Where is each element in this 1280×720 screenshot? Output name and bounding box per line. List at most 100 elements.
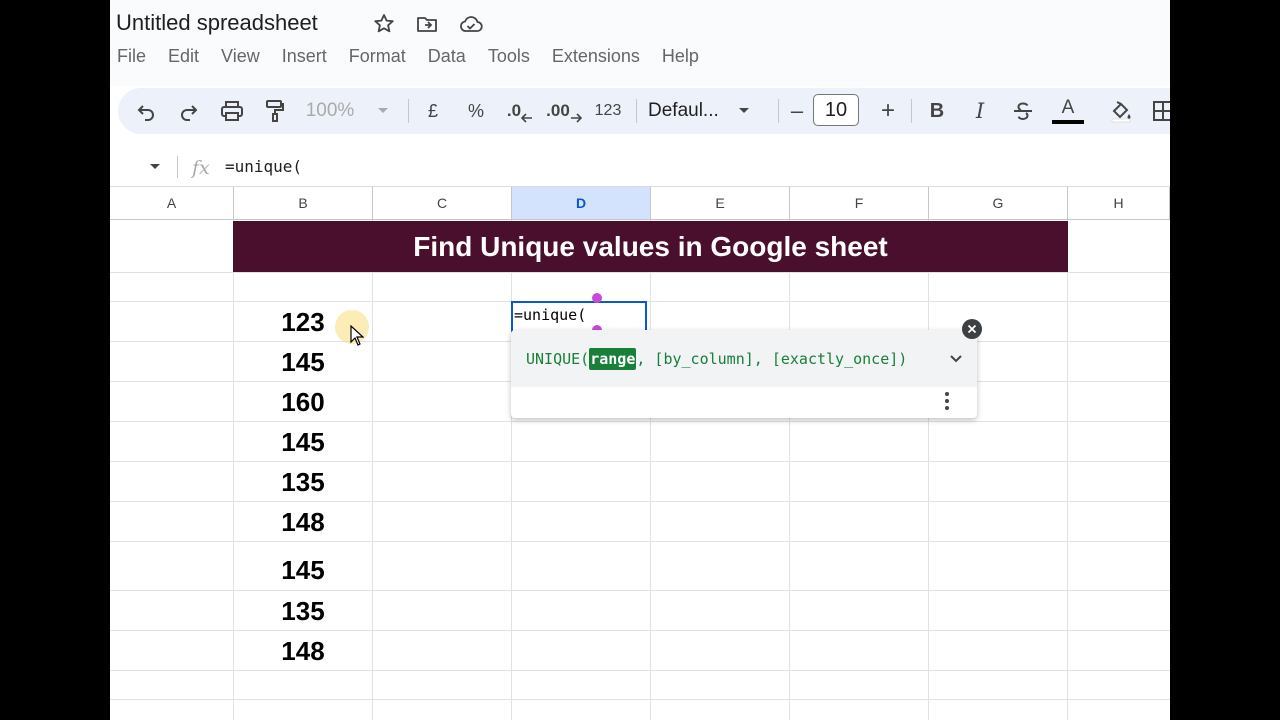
gridline (511, 220, 512, 720)
star-icon[interactable] (372, 12, 396, 36)
redo-button[interactable] (169, 88, 209, 134)
toolbar: 100% £ % .0 .00 123 Defaul... – 10 + B I… (118, 88, 1170, 134)
column-header-f[interactable]: F (790, 187, 929, 220)
menu-view[interactable]: View (221, 46, 260, 67)
gridline (650, 220, 651, 720)
menu-file[interactable]: File (117, 46, 146, 67)
selection-handle[interactable] (592, 293, 602, 303)
chevron-down-icon (150, 164, 160, 169)
cell-b-value[interactable]: 135 (234, 467, 372, 498)
gridline (110, 461, 1170, 462)
menu-tools[interactable]: Tools (488, 46, 530, 67)
menu-format[interactable]: Format (349, 46, 406, 67)
currency-format-button[interactable]: £ (414, 88, 452, 134)
function-signature: UNIQUE(range, [by_column], [exactly_once… (526, 348, 908, 370)
print-button[interactable] (212, 88, 252, 134)
divider (408, 99, 409, 123)
decrease-font-size-button[interactable]: – (783, 88, 811, 134)
chevron-down-icon[interactable] (949, 354, 963, 364)
font-size-input[interactable]: 10 (813, 94, 859, 126)
gridline (372, 220, 373, 720)
cell-b-value[interactable]: 148 (234, 507, 372, 538)
column-header-d[interactable]: D (512, 187, 651, 220)
bold-button[interactable]: B (917, 88, 957, 134)
borders-icon (1153, 101, 1170, 121)
cloud-status-icon[interactable] (458, 12, 483, 36)
italic-button[interactable]: I (960, 88, 1000, 134)
formula-help-tooltip: UNIQUE(range, [by_column], [exactly_once… (511, 330, 977, 418)
zoom-select[interactable]: 100% (298, 88, 398, 134)
decrease-decimal-button[interactable]: .0 (499, 88, 541, 134)
text-color-swatch (1052, 119, 1084, 124)
gridline (110, 421, 1170, 422)
divider (778, 99, 779, 123)
menu-bar: File Edit View Insert Format Data Tools … (117, 46, 721, 67)
formula-bar: fx =unique( (110, 148, 1170, 187)
redo-icon (181, 105, 198, 121)
fill-color-button[interactable] (1100, 88, 1142, 134)
menu-help[interactable]: Help (662, 46, 699, 67)
more-formats-button[interactable]: 123 (588, 88, 628, 134)
paint-format-icon (266, 100, 284, 122)
borders-button[interactable] (1148, 88, 1170, 134)
cell-b-value[interactable]: 145 (234, 347, 372, 378)
title-bar: Untitled spreadsheet File Edit View Inse… (110, 0, 1170, 86)
gridline (110, 699, 1170, 700)
tooltip-header[interactable]: UNIQUE(range, [by_column], [exactly_once… (511, 330, 977, 387)
text-color-button[interactable]: A (1046, 88, 1090, 134)
column-header-h[interactable]: H (1068, 187, 1170, 220)
print-icon (221, 101, 243, 121)
title-banner-cell[interactable]: Find Unique values in Google sheet (233, 221, 1068, 272)
paint-format-button[interactable] (255, 88, 295, 134)
gridline (110, 670, 1170, 671)
font-select[interactable]: Defaul... (648, 88, 766, 134)
strikethrough-button[interactable] (1003, 88, 1043, 134)
menu-data[interactable]: Data (428, 46, 466, 67)
arrow-left-icon (521, 113, 533, 123)
divider (911, 99, 912, 123)
arrow-right-icon (570, 113, 582, 123)
undo-button[interactable] (126, 88, 166, 134)
column-header-b[interactable]: B (234, 187, 373, 220)
column-header-g[interactable]: G (929, 187, 1068, 220)
spreadsheet-app: Untitled spreadsheet File Edit View Inse… (110, 0, 1170, 720)
mouse-cursor-icon (350, 325, 364, 346)
percent-format-button[interactable]: % (457, 88, 495, 134)
column-header-e[interactable]: E (651, 187, 790, 220)
menu-insert[interactable]: Insert (282, 46, 327, 67)
cell-b-value[interactable]: 145 (234, 555, 372, 586)
increase-decimal-button[interactable]: .00 (542, 88, 586, 134)
menu-extensions[interactable]: Extensions (552, 46, 640, 67)
cell-b-value[interactable]: 160 (234, 387, 372, 418)
undo-icon (137, 105, 154, 121)
gridline (110, 630, 1170, 631)
menu-edit[interactable]: Edit (168, 46, 199, 67)
active-cell-editor[interactable]: =unique( (514, 306, 586, 324)
gridline (789, 220, 790, 720)
current-argument: range (589, 348, 637, 370)
formula-input[interactable]: =unique( (225, 157, 302, 176)
increase-font-size-button[interactable]: + (873, 88, 903, 134)
column-header-a[interactable]: A (110, 187, 234, 220)
gridline (110, 501, 1170, 502)
gridline (928, 220, 929, 720)
sheet-grid[interactable]: A B C D E F G H Find Unique values in Go… (110, 187, 1170, 720)
document-title[interactable]: Untitled spreadsheet (116, 10, 318, 36)
gridline (110, 541, 1170, 542)
divider (636, 99, 637, 123)
cell-b-value[interactable]: 148 (234, 636, 372, 667)
fx-icon: fx (192, 157, 210, 179)
more-options-icon[interactable] (944, 391, 950, 411)
column-header-c[interactable]: C (373, 187, 512, 220)
name-box[interactable] (110, 148, 175, 186)
close-icon[interactable] (962, 319, 982, 339)
cell-b-value[interactable]: 145 (234, 427, 372, 458)
zoom-value: 100% (305, 100, 355, 121)
chevron-down-icon (378, 108, 389, 113)
cell-b-value[interactable]: 135 (234, 596, 372, 627)
paint-bucket-icon (1111, 101, 1131, 123)
strikethrough-icon (1014, 102, 1032, 121)
divider (177, 156, 178, 178)
gridline (1067, 220, 1068, 720)
move-to-folder-icon[interactable] (415, 12, 439, 36)
